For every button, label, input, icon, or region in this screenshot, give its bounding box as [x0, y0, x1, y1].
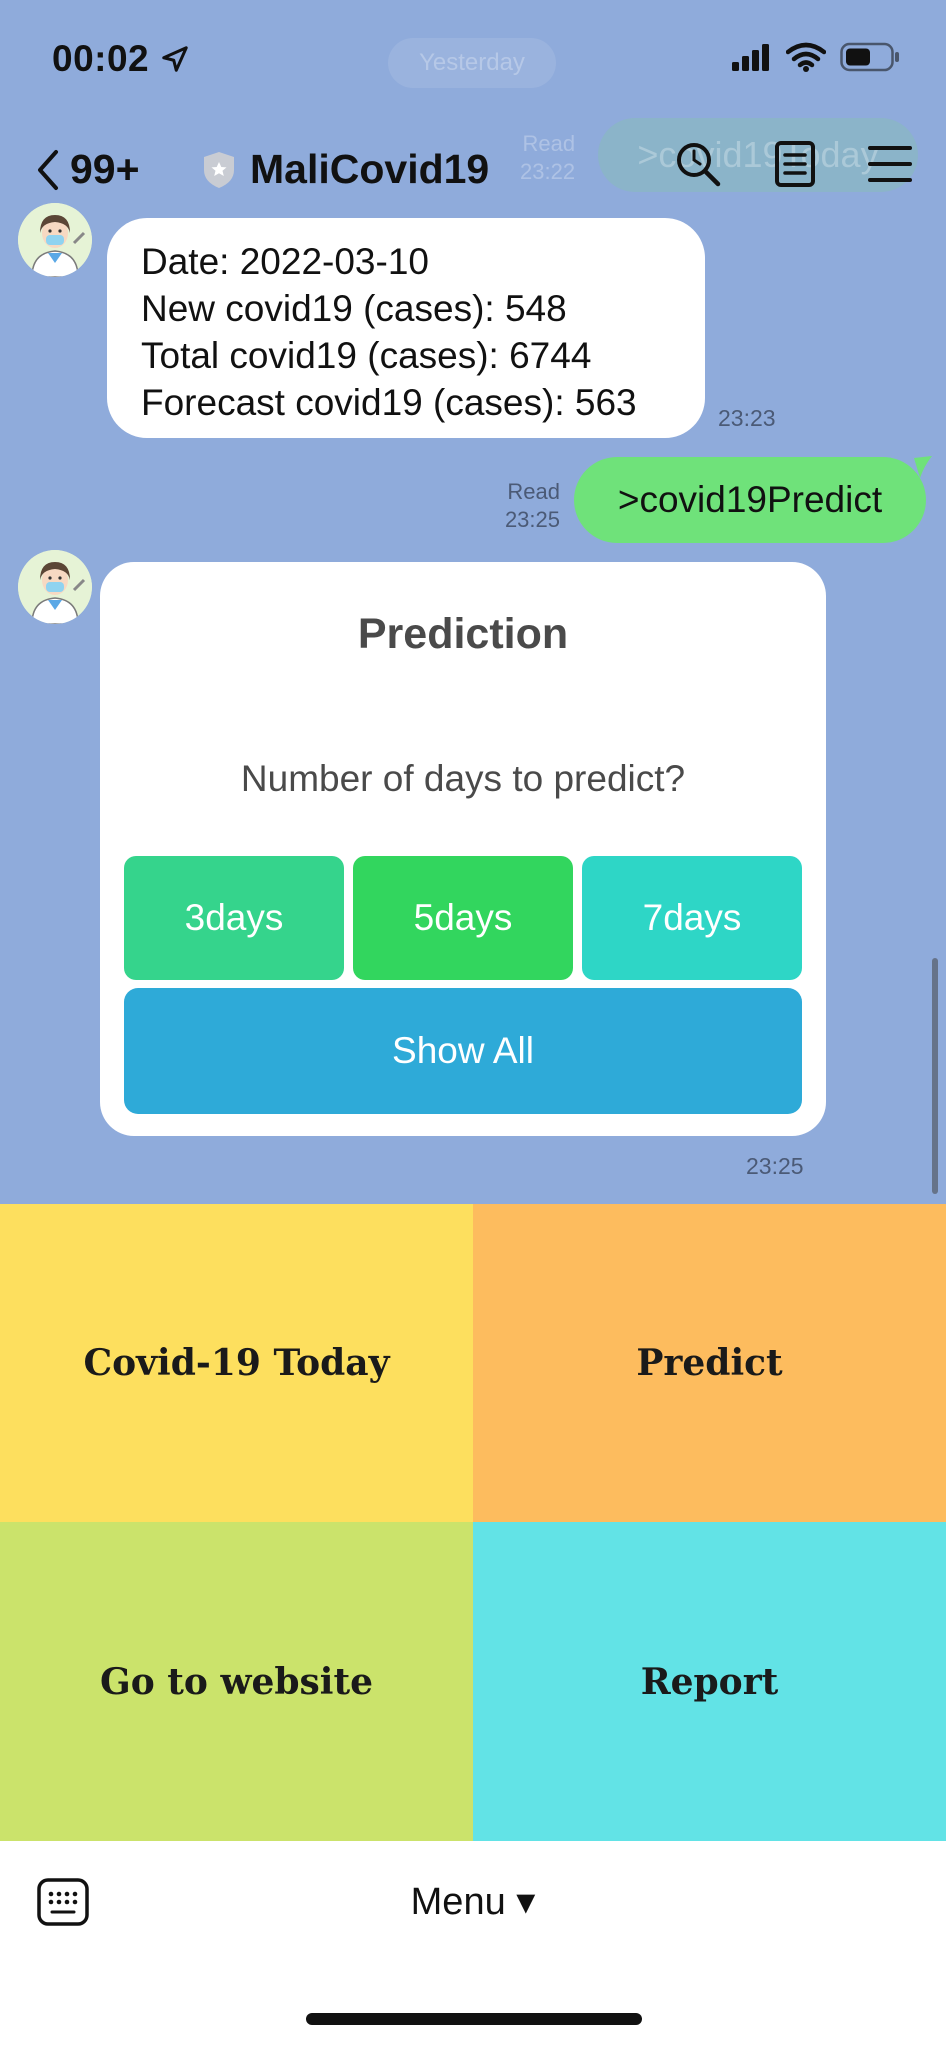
bot-avatar[interactable]: [18, 550, 92, 624]
bot-avatar[interactable]: [18, 203, 92, 277]
doctor-avatar-icon: [18, 203, 92, 277]
search-icon[interactable]: [674, 140, 722, 188]
info-forecast-line: Forecast covid19 (cases): 563: [141, 382, 637, 423]
ghost-read-time: 23:22: [520, 159, 576, 184]
show-all-button[interactable]: Show All: [124, 988, 802, 1114]
user-message-time: 23:25: [504, 507, 560, 532]
unread-count: 99+: [70, 146, 140, 192]
option-3days-button[interactable]: 3days: [124, 856, 344, 980]
card-message-time: 23:25: [746, 1153, 804, 1179]
battery-icon: [840, 42, 899, 72]
info-message-text: Date: 2022-03-10 New covid19 (cases): 54…: [141, 238, 637, 426]
report-label: Report: [640, 1660, 779, 1703]
read-receipt: Read: [507, 479, 560, 504]
back-button[interactable]: 99+: [34, 146, 140, 193]
card-question: Number of days to predict?: [240, 758, 686, 799]
option-5days-button[interactable]: 5days: [353, 856, 573, 980]
predict-label: Predict: [636, 1342, 783, 1384]
user-message-bubble: >covid19Predict: [574, 457, 926, 543]
option-7days-button[interactable]: 7days: [582, 856, 802, 980]
home-indicator[interactable]: [306, 2013, 642, 2025]
chat-scrollbar[interactable]: [932, 958, 938, 1194]
website-label: Go to website: [99, 1660, 373, 1703]
option-3days-label: 3days: [184, 897, 284, 938]
chevron-left-icon: [38, 149, 58, 190]
bubble-tail-icon: [914, 456, 932, 478]
info-total-cases-line: Total covid19 (cases): 6744: [141, 335, 592, 376]
chat-header[interactable]: MaliCovid19: [202, 146, 489, 193]
chat-title: MaliCovid19: [250, 146, 490, 192]
rich-menu-report[interactable]: Report: [473, 1522, 946, 1841]
prediction-card: Prediction Number of days to predict? 3d…: [100, 562, 826, 1136]
doctor-avatar-icon: [18, 550, 92, 624]
notes-icon[interactable]: [774, 140, 816, 188]
card-title: Prediction: [357, 610, 569, 658]
info-new-cases-line: New covid19 (cases): 548: [141, 288, 567, 329]
date-divider: Yesterday: [388, 38, 556, 88]
ghost-read-label: Read 23:22: [520, 130, 575, 186]
menu-icon[interactable]: [868, 144, 912, 184]
info-date-line: Date: 2022-03-10: [141, 241, 429, 282]
header-actions: [674, 140, 912, 188]
show-all-label: Show All: [392, 1030, 534, 1071]
info-message-bubble: Date: 2022-03-10 New covid19 (cases): 54…: [107, 218, 705, 438]
option-7days-label: 7days: [642, 897, 742, 938]
user-message-meta: Read 23:25: [480, 478, 560, 534]
rich-menu-website[interactable]: Go to website: [0, 1522, 473, 1841]
menu-toggle-button[interactable]: Menu ▾: [0, 1879, 946, 1924]
covid-today-label: Covid-19 Today: [83, 1342, 390, 1384]
wifi-icon: [786, 42, 826, 72]
user-message-text: >covid19Predict: [617, 479, 883, 520]
status-time-text: 00:02: [52, 38, 150, 79]
rich-menu-predict[interactable]: Predict: [473, 1204, 946, 1522]
status-time: 00:02: [52, 38, 190, 80]
status-icons: [732, 42, 900, 72]
info-message-time: 23:23: [718, 405, 776, 431]
bottom-bar: Menu ▾: [0, 1841, 946, 2048]
location-arrow-icon: [162, 46, 188, 72]
option-5days-label: 5days: [413, 897, 513, 938]
verified-shield-icon: [204, 151, 234, 188]
rich-menu-covid-today[interactable]: Covid-19 Today: [0, 1204, 473, 1522]
cellular-signal-icon: [732, 44, 769, 71]
ghost-read-text: Read: [522, 131, 576, 156]
